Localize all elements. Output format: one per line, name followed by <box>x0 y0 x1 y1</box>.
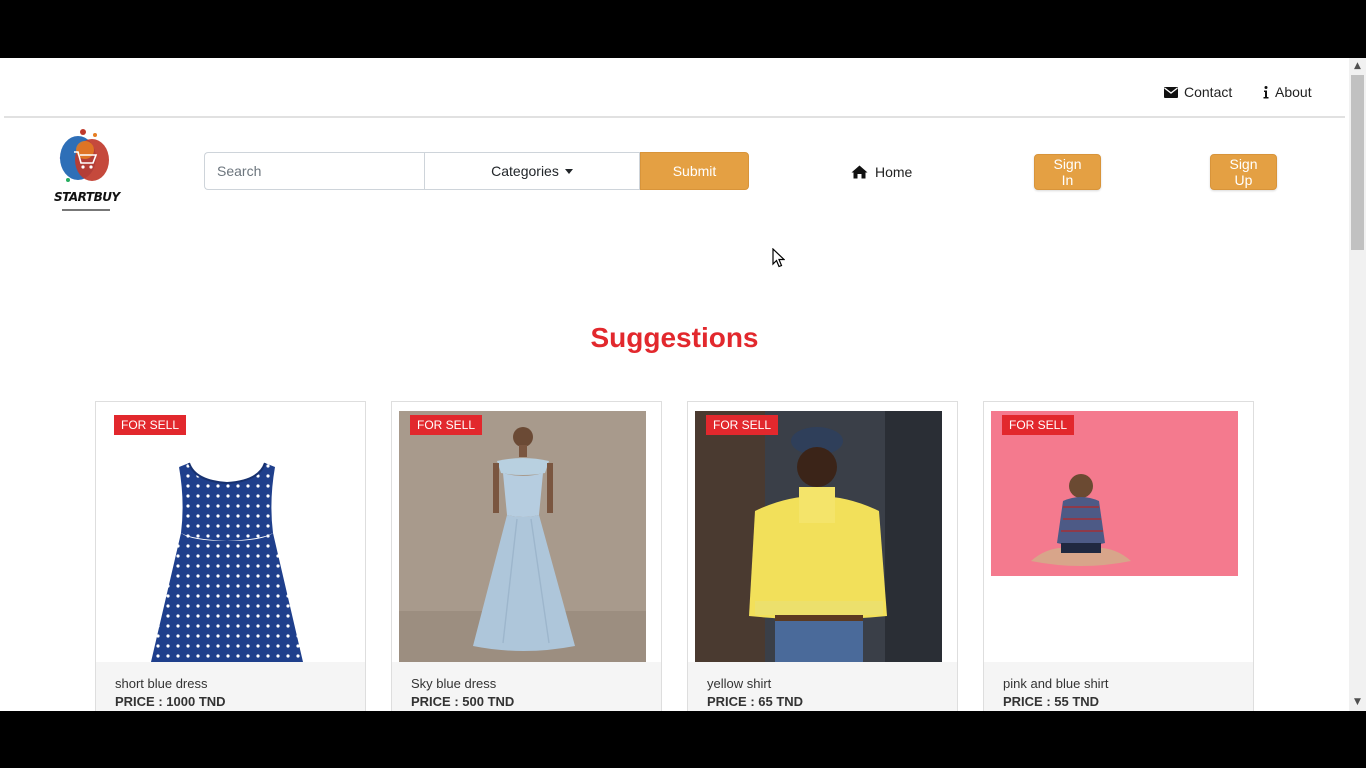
info-icon <box>1263 85 1269 98</box>
product-footer: Sky blue dress PRICE : 500 TND <box>392 662 661 711</box>
product-name[interactable]: pink and blue shirt <box>1003 676 1234 691</box>
product-footer: pink and blue shirt PRICE : 55 TND <box>984 662 1253 711</box>
categories-dropdown[interactable]: Categories <box>424 152 640 190</box>
contact-label: Contact <box>1184 84 1233 100</box>
scroll-down-arrow-icon[interactable]: ▼ <box>1349 694 1366 711</box>
topbar-divider <box>4 116 1345 118</box>
scroll-up-arrow-icon[interactable]: ▲ <box>1349 58 1366 75</box>
for-sell-badge: FOR SELL <box>706 415 779 435</box>
envelope-icon <box>1164 86 1178 98</box>
caret-down-icon <box>564 168 573 174</box>
product-price: PRICE : 65 TND <box>707 694 804 709</box>
home-label: Home <box>875 164 913 180</box>
contact-link[interactable]: Contact <box>1164 84 1232 100</box>
logo-text: STARTBUY <box>54 190 120 204</box>
product-name[interactable]: short blue dress <box>115 676 346 691</box>
startbuy-logo[interactable]: STARTBUY <box>54 128 120 216</box>
product-card[interactable]: FOR SELL Sky blue dress PRICE : 500 TND <box>391 401 662 711</box>
product-price: PRICE : 500 TND <box>411 694 515 709</box>
product-image[interactable] <box>991 411 1238 662</box>
search-input[interactable] <box>204 152 424 190</box>
product-card[interactable]: FOR SELL yellow shirt PRICE : 65 TND <box>687 401 958 711</box>
product-price: PRICE : 1000 TND <box>115 694 226 709</box>
product-image[interactable] <box>103 411 350 662</box>
product-footer: yellow shirt PRICE : 65 TND <box>688 662 957 711</box>
product-price: PRICE : 55 TND <box>1003 694 1100 709</box>
for-sell-badge: FOR SELL <box>410 415 483 435</box>
product-image[interactable] <box>399 411 646 662</box>
submit-button[interactable]: Submit <box>640 152 749 190</box>
home-icon <box>851 165 868 179</box>
section-title: Suggestions <box>590 322 759 353</box>
logo-tagline-line <box>62 209 110 211</box>
sign-in-button[interactable]: Sign In <box>1034 154 1101 190</box>
vertical-scrollbar[interactable]: ▲ ▼ <box>1349 58 1366 711</box>
product-footer: short blue dress PRICE : 1000 TND <box>96 662 365 711</box>
logo-mark-icon <box>59 129 109 182</box>
product-card[interactable]: FOR SELL pink and blue shirt PRICE : 55 … <box>983 401 1254 711</box>
categories-label: Categories <box>491 163 559 179</box>
sign-up-button[interactable]: Sign Up <box>1210 154 1277 190</box>
search-group: Categories Submit <box>204 152 749 190</box>
product-name[interactable]: yellow shirt <box>707 676 938 691</box>
for-sell-badge: FOR SELL <box>114 415 187 435</box>
scroll-thumb[interactable] <box>1351 75 1364 250</box>
product-image[interactable] <box>695 411 942 662</box>
browser-viewport: Contact About STARTBUY Search Categories… <box>0 58 1366 711</box>
home-link[interactable]: Home <box>851 164 912 180</box>
about-link[interactable]: About <box>1263 84 1312 100</box>
screen: Contact About STARTBUY Search Categories… <box>0 0 1366 768</box>
product-card[interactable]: FOR SELL short blue dress PRICE: 1000 T… <box>95 401 366 711</box>
top-bar: Contact About <box>0 58 1349 118</box>
for-sell-badge: FOR SELL <box>1002 415 1075 435</box>
mouse-cursor-icon <box>772 248 785 268</box>
product-name[interactable]: Sky blue dress <box>411 676 642 691</box>
about-label: About <box>1275 84 1312 100</box>
